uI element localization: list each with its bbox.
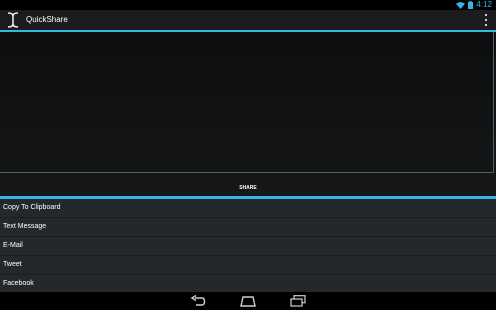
list-item-text-message[interactable]: Text Message bbox=[0, 218, 496, 237]
overflow-dot bbox=[485, 24, 487, 26]
overflow-dot bbox=[485, 19, 487, 21]
text-cursor-icon[interactable] bbox=[6, 12, 20, 28]
home-icon[interactable] bbox=[240, 295, 256, 307]
list-item-tweet[interactable]: Tweet bbox=[0, 256, 496, 275]
overflow-menu-icon[interactable] bbox=[484, 14, 488, 26]
status-bar: 4:12 bbox=[0, 0, 496, 10]
share-options-list: Copy To Clipboard Text Message E-Mail Tw… bbox=[0, 199, 496, 294]
status-time: 4:12 bbox=[476, 0, 492, 9]
wifi-icon bbox=[456, 1, 466, 9]
recent-apps-icon[interactable] bbox=[290, 295, 306, 307]
status-indicators: 4:12 bbox=[456, 0, 492, 10]
share-button[interactable]: SHARE bbox=[0, 178, 496, 196]
screen: 4:12 QuickShare SHARE Copy To Clipboard … bbox=[0, 0, 496, 310]
share-text-input[interactable] bbox=[0, 32, 494, 173]
action-bar bbox=[0, 10, 496, 30]
app-title: QuickShare bbox=[26, 15, 68, 24]
back-icon[interactable] bbox=[190, 295, 206, 307]
list-item-copy-to-clipboard[interactable]: Copy To Clipboard bbox=[0, 199, 496, 218]
navigation-bar bbox=[0, 292, 496, 310]
battery-icon bbox=[468, 1, 474, 9]
list-item-email[interactable]: E-Mail bbox=[0, 237, 496, 256]
overflow-dot bbox=[485, 14, 487, 16]
